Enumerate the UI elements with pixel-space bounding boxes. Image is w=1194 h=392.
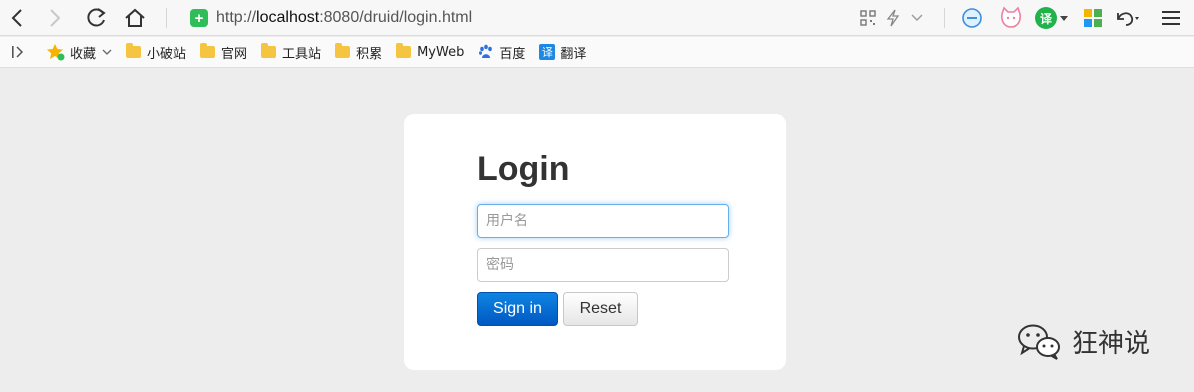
bookmark-fanyi[interactable]: 译 翻译 <box>539 43 586 62</box>
watermark-text: 狂神说 <box>1072 328 1151 359</box>
folder-icon <box>126 43 142 58</box>
baidu-paw-icon <box>479 44 493 58</box>
chevron-down-icon <box>102 49 112 55</box>
minus-circle-icon[interactable] <box>960 6 984 30</box>
star-icon <box>47 44 65 61</box>
bookmark-xiaopozhan[interactable]: 小破站 <box>126 43 186 62</box>
sidebar-toggle-icon[interactable] <box>8 42 28 62</box>
home-icon[interactable] <box>122 5 148 31</box>
bookmarks-bar: 收藏 小破站 官网 工具站 积累 MyWeb 百度 译 翻译 <box>0 37 1194 68</box>
bookmark-label: MyWeb <box>417 44 465 60</box>
undo-icon[interactable] <box>1114 6 1140 30</box>
folder-icon <box>335 43 351 58</box>
forward-arrow-icon[interactable] <box>44 6 66 30</box>
bookmark-label: 工具站 <box>282 46 322 62</box>
sign-in-button[interactable]: Sign in <box>477 292 558 326</box>
translate-icon-glyph: 译 <box>541 46 553 59</box>
username-input[interactable] <box>477 204 729 238</box>
bookmark-label: 小破站 <box>147 46 187 62</box>
reload-icon[interactable] <box>83 5 109 31</box>
bookmark-baidu[interactable]: 百度 <box>478 43 525 62</box>
translate-extension-label: 译 <box>1039 11 1052 26</box>
chevron-down-icon[interactable] <box>908 8 926 28</box>
url-prefix: http:// <box>216 9 257 26</box>
bookmark-label: 积累 <box>356 46 383 62</box>
bookmark-label: 收藏 <box>70 46 97 62</box>
qr-code-icon[interactable] <box>858 8 878 28</box>
wechat-icon <box>1018 324 1060 360</box>
translate-extension-icon[interactable]: 译 <box>1035 7 1057 29</box>
translate-icon: 译 <box>539 44 556 60</box>
bookmark-favorites[interactable]: 收藏 <box>46 43 112 62</box>
toolbar-divider <box>166 8 167 28</box>
watermark: 狂神说 <box>1016 322 1150 360</box>
folder-icon <box>396 43 412 58</box>
menu-hamburger-icon[interactable] <box>1160 8 1182 28</box>
login-card: Login Sign in Reset <box>404 114 786 370</box>
folder-icon <box>200 43 216 58</box>
back-arrow-icon[interactable] <box>6 6 28 30</box>
reset-button[interactable]: Reset <box>563 292 638 326</box>
bookmark-myweb[interactable]: MyWeb <box>396 43 465 60</box>
password-input[interactable] <box>477 248 729 282</box>
lightning-icon[interactable] <box>883 8 903 28</box>
cat-extension-icon[interactable] <box>998 5 1024 31</box>
bookmark-label: 官网 <box>221 46 248 62</box>
url-text[interactable]: http://localhost:8080/druid/login.html <box>216 9 472 27</box>
url-host: localhost <box>256 9 320 26</box>
login-title: Login <box>477 150 570 188</box>
toolbar-divider-2 <box>944 8 945 28</box>
bookmark-jilei[interactable]: 积累 <box>335 43 382 62</box>
secure-shield-icon: + <box>190 9 208 27</box>
bookmark-label: 翻译 <box>560 46 587 62</box>
translate-dropdown-caret-icon[interactable] <box>1059 14 1069 22</box>
bookmark-gongjuzhan[interactable]: 工具站 <box>261 43 321 62</box>
address-bar[interactable]: + http://localhost:8080/druid/login.html <box>184 4 844 32</box>
app-grid-icon[interactable] <box>1082 7 1104 29</box>
bookmark-guanwang[interactable]: 官网 <box>200 43 247 62</box>
bookmark-label: 百度 <box>499 46 526 62</box>
browser-toolbar: + http://localhost:8080/druid/login.html… <box>0 0 1194 36</box>
url-rest: :8080/druid/login.html <box>319 9 473 26</box>
folder-icon <box>261 43 277 58</box>
